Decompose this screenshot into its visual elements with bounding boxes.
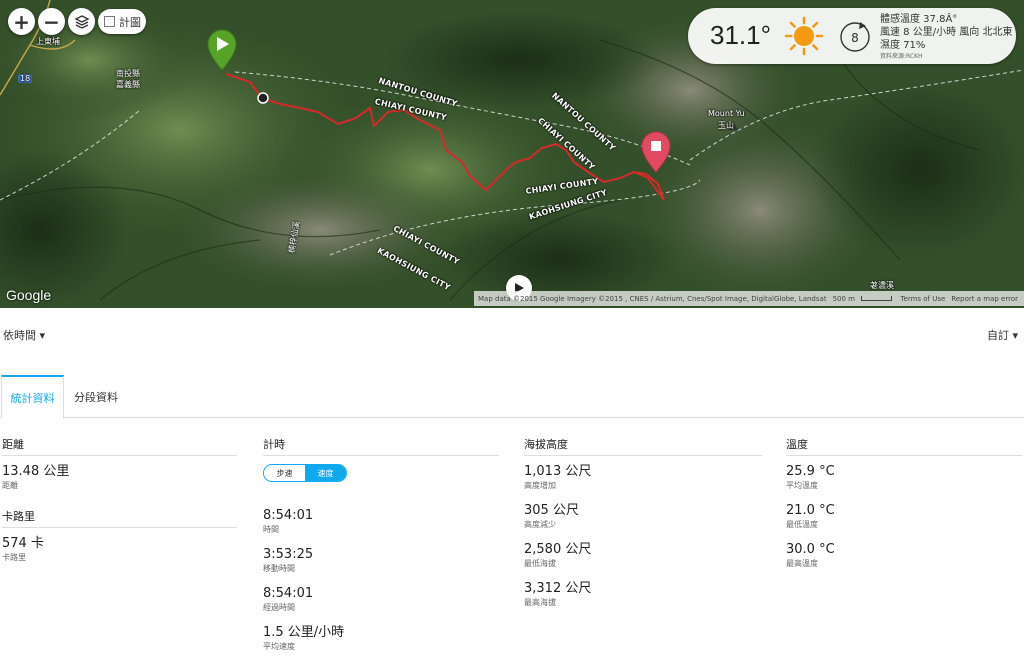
stat-value: 30.0 °C — [786, 542, 835, 557]
stat-label: 移動時間 — [263, 564, 295, 573]
legend-label: 計圖 — [119, 15, 141, 29]
place-label: 嘉義縣 — [116, 80, 140, 89]
route-shield: 18 — [18, 74, 33, 83]
place-label: 南投縣 — [116, 69, 140, 78]
legend-checkbox[interactable] — [104, 16, 115, 27]
map-scale-label: 500 m — [832, 294, 855, 303]
layers-icon — [73, 14, 90, 29]
stat-item: 2,580 公尺 最低海拔 — [524, 542, 762, 570]
weather-temperature: 31.1° — [710, 20, 772, 50]
distance-column: 距離 13.48 公里 距離 卡路里 574 卡 卡路里 — [2, 436, 237, 575]
stat-label: 最低溫度 — [786, 520, 818, 529]
stat-label: 最高溫度 — [786, 559, 818, 568]
calories-heading: 卡路里 — [2, 508, 237, 528]
wind-speed-badge: 8 — [851, 31, 859, 45]
stat-value: 21.0 °C — [786, 503, 835, 518]
stat-value: 2,580 公尺 — [524, 542, 592, 557]
activity-map[interactable]: + − 計圖 上東埔 南投縣 嘉義縣 Mount Yu 玉山 荖濃溪 楠梓仙溪 … — [0, 0, 1024, 308]
wind-direction-icon: 8 — [838, 20, 872, 58]
elevation-column: 海拔高度 1,013 公尺 高度增加 305 公尺 高度減少 2,580 公尺 … — [524, 436, 762, 620]
tab-splits[interactable]: 分段資料 — [66, 375, 126, 418]
stat-item: 3,312 公尺 最高海拔 — [524, 581, 762, 609]
stat-item: 30.0 °C 最高溫度 — [786, 542, 1022, 570]
humidity: 濕度 71% — [880, 40, 926, 51]
stat-value: 8:54:01 — [263, 586, 314, 601]
temperature-heading: 溫度 — [786, 436, 1022, 456]
place-label: Mount Yu — [708, 109, 745, 118]
stat-item: 8:54:01 經過時間 — [263, 586, 499, 614]
stat-item: 8:54:01 時間 — [263, 508, 499, 536]
stat-item: 305 公尺 高度減少 — [524, 503, 762, 531]
distance-value: 13.48 公里 — [2, 464, 70, 479]
pace-speed-toggle[interactable]: 步速 速度 — [263, 464, 347, 482]
stat-value: 3:53:25 — [263, 547, 314, 562]
temperature-column: 溫度 25.9 °C 平均溫度 21.0 °C 最低溫度 30.0 °C 最高溫… — [786, 436, 1022, 581]
stat-label: 經過時間 — [263, 603, 295, 612]
stat-label: 最低海拔 — [524, 559, 556, 568]
tab-bar: 統計資料 分段資料 — [0, 375, 1024, 419]
stat-value: 305 公尺 — [524, 503, 579, 518]
zoom-in-button[interactable]: + — [8, 8, 35, 35]
stat-label: 最高海拔 — [524, 598, 556, 607]
pace-button[interactable]: 步速 — [264, 465, 305, 481]
stat-item: 1.5 公里/小時 平均速度 — [263, 625, 499, 653]
place-label: 荖濃溪 — [870, 281, 894, 290]
map-attribution: Map data ©2015 Google Imagery ©2015 , CN… — [478, 294, 827, 303]
report-error-link[interactable]: Report a map error — [951, 295, 1018, 303]
timing-column: 計時 步速 速度 8:54:01 時間 3:53:25 移動時間 8:54:01… — [263, 436, 499, 664]
speed-button[interactable]: 速度 — [305, 465, 346, 481]
layers-button[interactable] — [68, 8, 95, 35]
place-label: 玉山 — [718, 121, 734, 130]
stat-item: 25.9 °C 平均溫度 — [786, 464, 1022, 492]
stat-value: 25.9 °C — [786, 464, 835, 479]
stat-value: 1.5 公里/小時 — [263, 625, 345, 640]
stat-label: 高度減少 — [524, 520, 556, 529]
stat-value: 8:54:01 — [263, 508, 314, 523]
stat-item: 1,013 公尺 高度增加 — [524, 464, 762, 492]
place-label: 上東埔 — [36, 37, 60, 46]
stat-label: 平均速度 — [263, 642, 295, 651]
custom-dropdown[interactable]: 自訂 ▾ — [987, 327, 1018, 343]
view-by-dropdown[interactable]: 依時間 ▾ — [3, 327, 45, 343]
terms-link[interactable]: Terms of Use — [900, 295, 945, 303]
weather-source: 資料來源:RCKH — [880, 53, 923, 60]
map-attribution-bar: Map data ©2015 Google Imagery ©2015 , CN… — [474, 291, 1024, 306]
elevation-heading: 海拔高度 — [524, 436, 762, 456]
feels-like: 體感溫度 37.8Â° — [880, 14, 958, 25]
google-logo: Google — [6, 287, 52, 303]
distance-heading: 距離 — [2, 436, 237, 456]
stat-value: 3,312 公尺 — [524, 581, 592, 596]
timing-heading: 計時 — [263, 436, 499, 456]
weather-widget: 31.1° 8 體感溫度 37.8Â° 風速 8 公里/小時 風向 北北東 濕度… — [688, 8, 1016, 64]
stat-label: 平均溫度 — [786, 481, 818, 490]
distance-label: 距離 — [2, 481, 18, 490]
calories-value: 574 卡 — [2, 536, 44, 551]
calories-label: 卡路里 — [2, 553, 26, 562]
stat-label: 時間 — [263, 525, 279, 534]
zoom-out-button[interactable]: − — [38, 8, 65, 35]
map-scale-bar — [860, 296, 893, 301]
stat-item: 21.0 °C 最低溫度 — [786, 503, 1022, 531]
stat-label: 高度增加 — [524, 481, 556, 490]
stat-item: 3:53:25 移動時間 — [263, 547, 499, 575]
stat-value: 1,013 公尺 — [524, 464, 592, 479]
sun-icon — [784, 16, 824, 56]
legend-toggle[interactable]: 計圖 — [98, 9, 146, 34]
wind-info: 風速 8 公里/小時 風向 北北東 — [880, 27, 1013, 38]
tab-stats[interactable]: 統計資料 — [1, 375, 64, 419]
